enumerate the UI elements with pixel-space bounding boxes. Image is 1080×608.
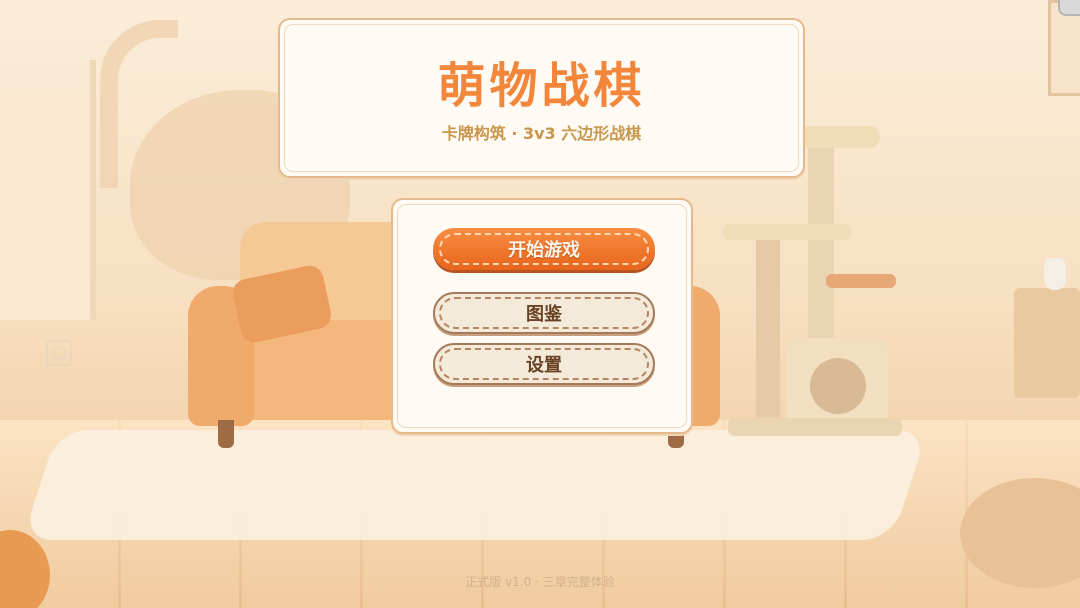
cat-tower-base <box>728 418 902 436</box>
start-game-button[interactable]: 开始游戏 <box>433 228 655 270</box>
corner-button[interactable] <box>1058 0 1080 16</box>
cat-tower-post <box>756 236 780 426</box>
collection-label: 图鉴 <box>526 304 562 325</box>
wall-outlet-socket <box>52 346 66 360</box>
cat-tower-hole <box>810 358 866 414</box>
cat-tower-platform <box>722 224 852 240</box>
vase <box>1044 258 1066 290</box>
start-game-label: 开始游戏 <box>508 240 580 261</box>
settings-button[interactable]: 设置 <box>433 343 655 385</box>
cat-tower-platform <box>826 274 896 288</box>
cat-tower-top <box>800 126 880 148</box>
game-title: 萌物战棋 <box>437 58 646 114</box>
sofa-leg <box>218 420 234 448</box>
version-text: 正式版 v1.0 · 三章完整体验 <box>465 575 615 589</box>
game-subtitle: 卡牌构筑 · 3v3 六边形战棋 <box>441 124 642 143</box>
background-rug <box>22 430 928 540</box>
title-panel: 萌物战棋 卡牌构筑 · 3v3 六边形战棋 <box>278 18 805 178</box>
main-menu-panel: 开始游戏 图鉴 设置 <box>391 198 693 434</box>
side-cabinet <box>1014 288 1080 398</box>
settings-label: 设置 <box>526 355 562 376</box>
background-window <box>0 60 96 320</box>
collection-button[interactable]: 图鉴 <box>433 292 655 334</box>
